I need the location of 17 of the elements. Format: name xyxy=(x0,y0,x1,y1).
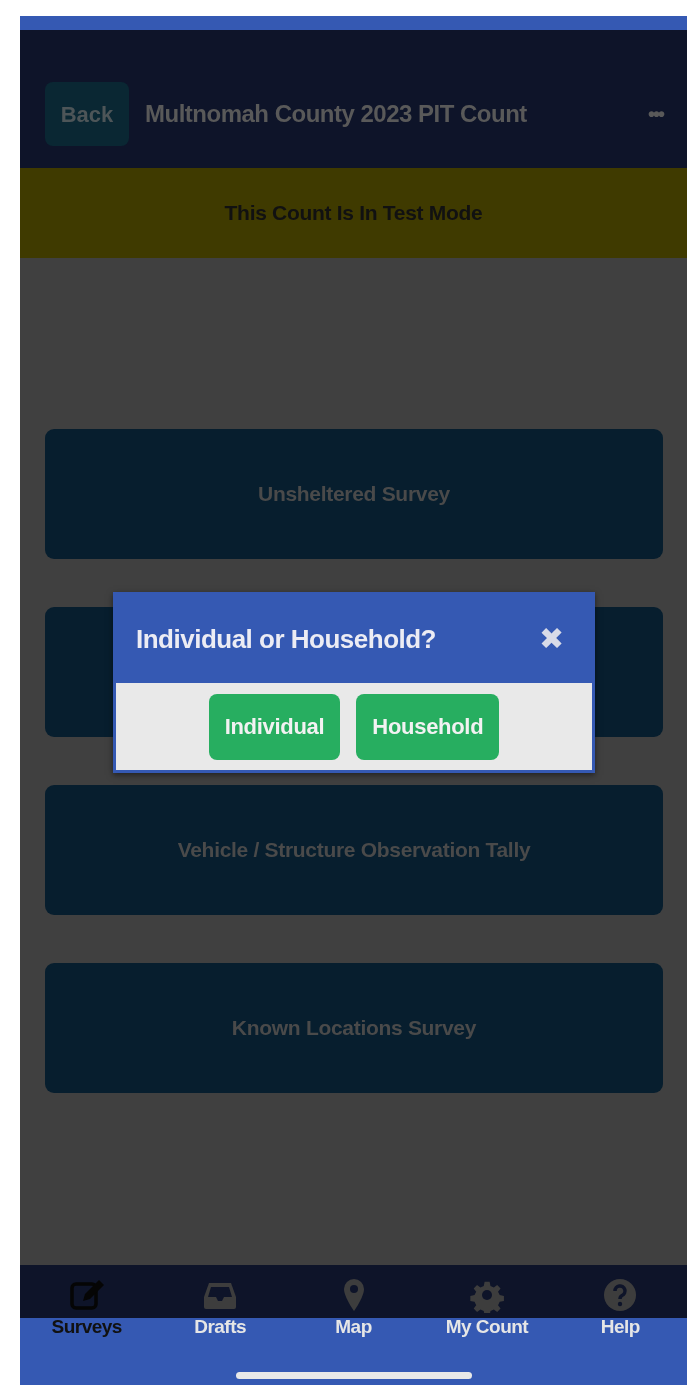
tab-button[interactable]: Map xyxy=(286,1277,421,1347)
survey-button[interactable]: Unsheltered Survey xyxy=(45,429,663,559)
help-icon xyxy=(602,1277,639,1313)
close-button[interactable]: ✖ xyxy=(539,624,564,654)
page-title: Multnomah County 2023 PIT Count xyxy=(145,99,528,129)
back-button[interactable]: Back xyxy=(45,82,129,146)
tab-button[interactable]: Drafts xyxy=(153,1277,287,1347)
dialog-title: Individual or Household? xyxy=(136,622,436,656)
survey-button[interactable]: Vehicle / Structure Observation Tally xyxy=(45,785,663,915)
tab-button[interactable]: Help xyxy=(553,1277,688,1347)
tab-button[interactable]: My Count xyxy=(420,1277,554,1347)
survey-button[interactable]: Known Locations Survey xyxy=(45,963,663,1093)
choice-button[interactable]: Household xyxy=(356,693,500,760)
edit-icon xyxy=(68,1277,105,1313)
more-menu-button[interactable]: ••• xyxy=(648,99,663,129)
choice-button[interactable]: Individual xyxy=(208,693,341,760)
tab-button[interactable]: Surveys xyxy=(20,1277,154,1347)
